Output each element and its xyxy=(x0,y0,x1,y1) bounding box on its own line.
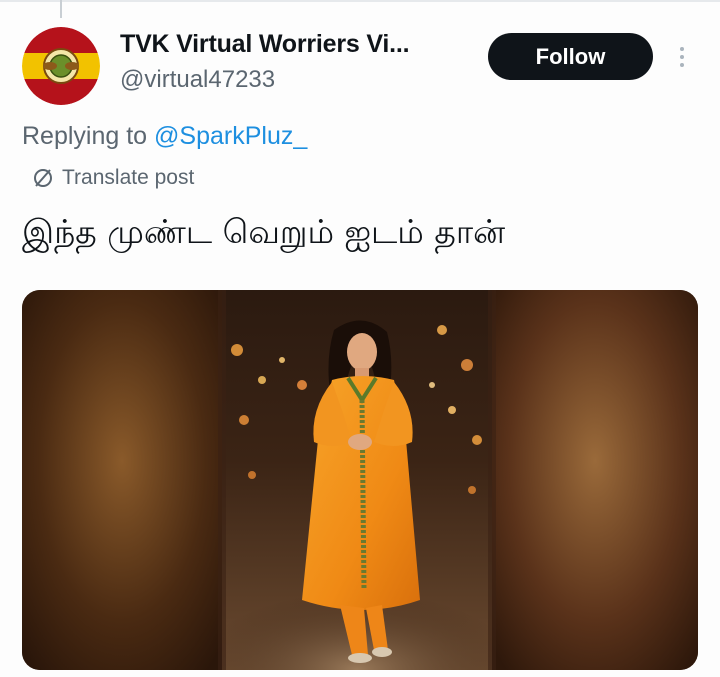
avatar-logo-icon xyxy=(22,27,100,105)
translate-label: Translate post xyxy=(62,166,195,189)
post-view: TVK Virtual Worriers Vi... @virtual47233… xyxy=(0,0,720,677)
more-dot xyxy=(680,55,684,59)
replying-to-prefix: Replying to xyxy=(22,122,155,150)
replying-to-line: Replying to @SparkPluz_ xyxy=(22,122,307,151)
follow-button[interactable]: Follow xyxy=(488,33,653,80)
translate-icon xyxy=(32,167,54,189)
account-handle[interactable]: @virtual47233 xyxy=(120,66,275,94)
top-divider xyxy=(0,0,720,2)
account-display-name[interactable]: TVK Virtual Worriers Vi... xyxy=(120,30,410,59)
more-dot xyxy=(680,63,684,67)
post-media-image[interactable] xyxy=(22,290,698,670)
more-dot xyxy=(680,47,684,51)
translate-post-button[interactable]: Translate post xyxy=(32,166,194,190)
photo-illustration xyxy=(22,290,698,670)
replying-to-handle-link[interactable]: @SparkPluz_ xyxy=(154,122,307,150)
more-vertical-icon[interactable] xyxy=(670,40,694,74)
thread-connector-line xyxy=(60,0,62,18)
avatar[interactable] xyxy=(22,27,100,105)
post-text: இந்த முண்ட வெறும் ஐடம் தான் xyxy=(22,212,506,251)
